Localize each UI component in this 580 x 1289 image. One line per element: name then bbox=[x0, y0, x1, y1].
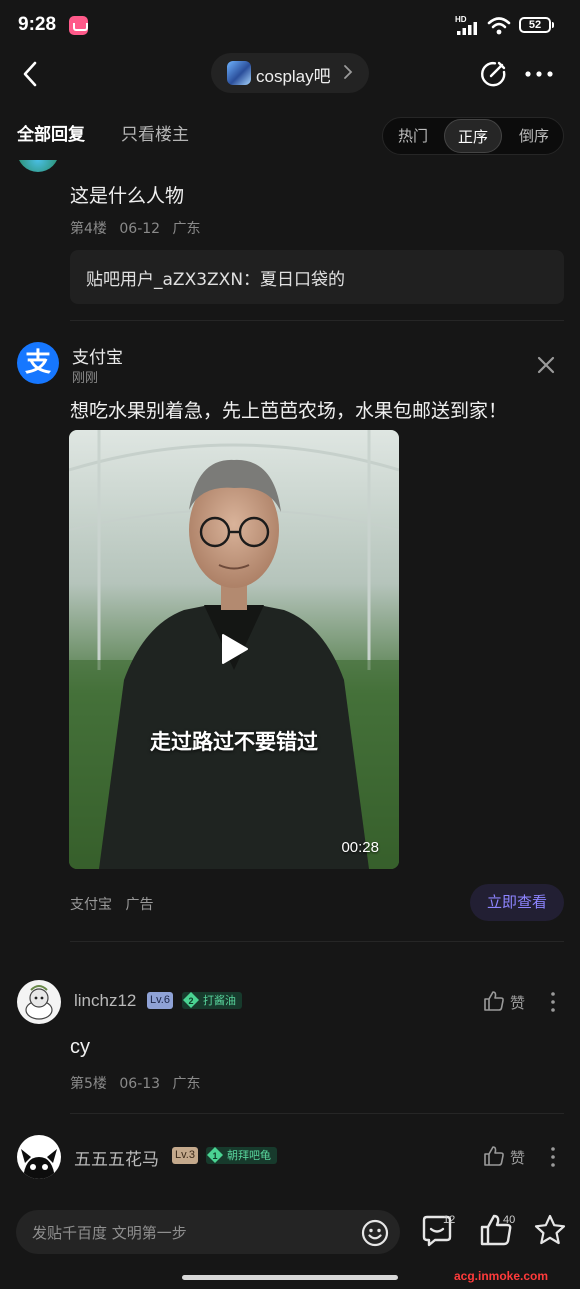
emoji-icon[interactable] bbox=[360, 1218, 390, 1248]
watermark: acg.inmoke.com bbox=[454, 1269, 549, 1283]
back-icon[interactable] bbox=[16, 58, 48, 90]
forum-name: cosplay吧 bbox=[256, 67, 331, 86]
app-notification-icon bbox=[69, 16, 88, 35]
floor-number: 第4楼 bbox=[70, 221, 107, 237]
ad-label: 广告 bbox=[125, 897, 154, 913]
reply-text: 这是什么人物 bbox=[70, 185, 185, 207]
ad-text[interactable]: 想吃水果别着急，先上芭芭农场，水果包邮送到家！ bbox=[70, 396, 507, 423]
filter-row: 全部回复 只看楼主 热门 正序 倒序 bbox=[0, 108, 580, 158]
username[interactable]: linchz12 bbox=[74, 991, 136, 1011]
like-label: 赞 bbox=[510, 994, 526, 1012]
sort-ascending[interactable]: 正序 bbox=[444, 119, 502, 153]
avatar[interactable] bbox=[17, 1135, 61, 1179]
home-indicator[interactable] bbox=[182, 1275, 398, 1280]
video-caption: 走过路过不要错过 bbox=[150, 730, 318, 754]
floor-number: 第5楼 bbox=[70, 1076, 107, 1092]
divider bbox=[70, 941, 564, 942]
thumb-up-icon bbox=[484, 991, 504, 1011]
star-icon[interactable] bbox=[533, 1213, 567, 1247]
tab-all-replies[interactable]: 全部回复 bbox=[17, 120, 85, 145]
sort-toggle: 热门 正序 倒序 bbox=[382, 117, 564, 155]
reply-date: 06-12 bbox=[119, 221, 161, 237]
close-icon[interactable] bbox=[534, 353, 558, 377]
reply-meta: 第4楼 06-12 广东 bbox=[70, 218, 209, 238]
ad-video[interactable]: 走过路过不要错过 00:28 bbox=[69, 430, 399, 869]
level-badge: Lv.3 bbox=[172, 1147, 198, 1164]
reply-date: 06-13 bbox=[119, 1076, 161, 1092]
ad-source-name: 支付宝 bbox=[70, 897, 112, 913]
like-button[interactable]: 赞 bbox=[483, 1145, 525, 1169]
reply-meta: 第5楼 06-13 广东 bbox=[70, 1073, 209, 1093]
tab-op-only[interactable]: 只看楼主 bbox=[121, 120, 189, 145]
signal-icon bbox=[457, 22, 477, 35]
ad-advertiser-name[interactable]: 支付宝 bbox=[72, 343, 123, 368]
divider bbox=[70, 1113, 564, 1114]
comment-count: 12 bbox=[443, 1214, 456, 1226]
view-now-button[interactable]: 立即查看 bbox=[470, 884, 564, 921]
title-text: 打酱油 bbox=[203, 994, 236, 1007]
sub-reply-box[interactable]: 贴吧用户_aZX3ZXN：夏日口袋的 bbox=[70, 250, 564, 304]
alipay-logo[interactable]: 支 bbox=[17, 342, 59, 384]
forum-entry-button[interactable]: cosplay吧 bbox=[211, 53, 369, 93]
reply-text: cy bbox=[70, 1036, 90, 1058]
status-time: 9:28 bbox=[18, 14, 57, 35]
bottom-bar: 发贴千百度 文明第一步 12 40 acg.inmoke.com bbox=[0, 1200, 580, 1289]
page: 9:28 HD 52 cosplay吧 全部回复 只看楼主 热门 正序 倒序 这… bbox=[0, 0, 580, 1289]
sub-reply-text: 贴吧用户_aZX3ZXN：夏日口袋的 bbox=[86, 270, 346, 290]
battery-icon: 52 bbox=[519, 17, 554, 33]
reply-input[interactable]: 发贴千百度 文明第一步 bbox=[16, 1210, 400, 1254]
like-button[interactable]: 赞 bbox=[483, 990, 525, 1014]
reply-placeholder: 发贴千百度 文明第一步 bbox=[32, 1224, 187, 1242]
more-vertical-icon[interactable] bbox=[546, 1145, 560, 1169]
username[interactable]: 五五五花马 bbox=[74, 1145, 159, 1170]
status-bar: 9:28 HD 52 bbox=[0, 0, 580, 52]
chevron-right-icon bbox=[344, 65, 353, 79]
forum-avatar bbox=[227, 61, 251, 85]
divider bbox=[70, 320, 564, 321]
avatar[interactable] bbox=[17, 980, 61, 1024]
sort-descending[interactable]: 倒序 bbox=[504, 118, 564, 154]
more-vertical-icon[interactable] bbox=[546, 990, 560, 1014]
ad-source: 支付宝 广告 bbox=[70, 894, 162, 914]
play-icon[interactable] bbox=[219, 633, 249, 665]
gem-icon bbox=[207, 1147, 223, 1163]
reply-list: 这是什么人物 第4楼 06-12 广东 贴吧用户_aZX3ZXN：夏日口袋的 支… bbox=[0, 160, 580, 1200]
wifi-icon bbox=[487, 17, 511, 35]
edit-icon[interactable] bbox=[478, 59, 508, 89]
thumb-up-icon bbox=[484, 1146, 504, 1166]
title-badge: 1 朝拜吧龟 bbox=[206, 1147, 277, 1164]
avatar-image bbox=[21, 1149, 57, 1179]
level-badge: Lv.6 bbox=[147, 992, 173, 1009]
title-badge: 2 打酱油 bbox=[182, 992, 242, 1009]
reply-location: 广东 bbox=[172, 1076, 201, 1092]
like-label: 赞 bbox=[510, 1149, 526, 1167]
ad-time: 刚刚 bbox=[72, 371, 99, 386]
avatar[interactable] bbox=[17, 160, 59, 172]
title-text: 朝拜吧龟 bbox=[227, 1149, 271, 1162]
like-count: 40 bbox=[503, 1214, 516, 1226]
reply-location: 广东 bbox=[172, 221, 201, 237]
more-icon[interactable] bbox=[524, 61, 554, 87]
top-nav: cosplay吧 bbox=[0, 52, 580, 96]
avatar-image bbox=[25, 985, 53, 1020]
sort-hot[interactable]: 热门 bbox=[383, 118, 443, 154]
gem-icon bbox=[183, 992, 199, 1008]
video-duration: 00:28 bbox=[341, 839, 379, 856]
